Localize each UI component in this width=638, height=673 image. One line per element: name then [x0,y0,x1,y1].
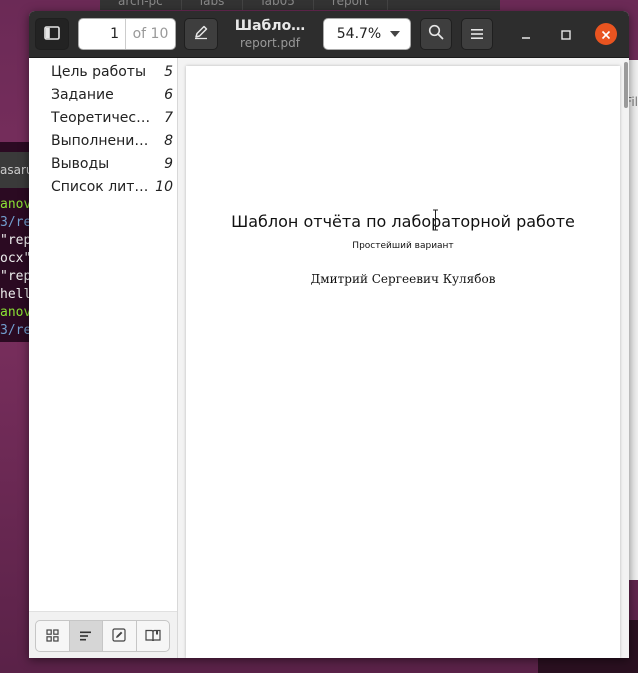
zoom-value: 54.7% [336,26,382,42]
page-number-entry[interactable]: of 10 [78,18,176,50]
outline-item[interactable]: Цель работы 5 [29,60,177,83]
headerbar: of 10 Шабло… report.pdf 54.7% [29,11,629,58]
sidebar: Цель работы 5 Задание 6 Теоретичес… 7 Вы… [29,58,178,658]
text-cursor-icon [432,209,439,231]
background-file-tabs: arch-pc labs lab05 report [100,0,500,10]
outline-item-label: Выполнени… [51,132,149,149]
outline-view-button[interactable] [69,621,103,651]
document-viewer-window: of 10 Шабло… report.pdf 54.7% [29,11,629,658]
outline-item[interactable]: Задание 6 [29,83,177,106]
vertical-scrollbar[interactable] [624,62,628,108]
outline-item[interactable]: Выполнени… 8 [29,129,177,152]
background-tab: labs [182,0,244,10]
outline-list-icon [79,627,92,646]
sidebar-toggle-button[interactable] [35,18,69,50]
outline-item-page: 6 [164,86,173,103]
outline-item-label: Теоретичес… [51,109,151,126]
maximize-icon [561,25,571,44]
book-icon [145,627,161,646]
main-menu-button[interactable] [461,18,493,50]
chevron-down-icon [390,31,400,37]
note-edit-icon [112,627,126,646]
outline-item-page: 10 [155,178,173,195]
bookmarks-view-button[interactable] [137,621,170,651]
outline-item-label: Цель работы [51,63,147,80]
document-filename: report.pdf [240,36,300,50]
outline-item-page: 9 [164,155,173,172]
background-tab: arch-pc [100,0,182,10]
outline-item-label: Выводы [51,155,110,172]
background-tab: report [314,0,388,10]
outline-item-label: Список лит… [51,178,149,195]
page-current-input[interactable] [79,26,125,42]
pencil-icon [193,24,209,44]
background-window-edge [628,60,638,580]
page-author: Дмитрий Сергеевич Кулябов [310,272,496,286]
grid-icon [46,627,59,646]
close-button[interactable] [595,23,617,45]
minimize-button[interactable] [516,24,536,44]
search-icon [428,24,444,44]
search-button[interactable] [420,18,452,50]
hamburger-menu-icon [470,25,484,44]
outline-item-label: Задание [51,86,114,103]
sidebar-icon [44,25,60,44]
document-title: Шабло… [234,18,306,34]
outline-item[interactable]: Список лит… 10 [29,175,177,198]
thumbnails-view-button[interactable] [36,621,70,651]
outline-item-page: 5 [164,63,173,80]
page-heading: Шаблон отчёта по лабораторной работе [231,212,575,231]
page-subtitle: Простейший вариант [352,241,454,251]
maximize-button[interactable] [556,24,576,44]
sidebar-view-switcher [35,620,170,652]
window-title-block: Шабло… report.pdf [225,17,315,51]
background-tab: lab05 [243,0,314,10]
minimize-icon [521,25,531,44]
document-view[interactable]: Шаблон отчёта по лабораторной работе Про… [178,58,629,658]
outline-item-page: 7 [164,109,173,126]
zoom-selector[interactable]: 54.7% [323,18,411,50]
annotations-view-button[interactable] [103,621,137,651]
close-icon [601,25,611,44]
annotations-button[interactable] [184,18,218,50]
outline-item[interactable]: Выводы 9 [29,152,177,175]
page-total-label: of 10 [125,19,175,49]
outline-item-page: 8 [164,132,173,149]
document-page[interactable]: Шаблон отчёта по лабораторной работе Про… [186,66,620,658]
document-outline: Цель работы 5 Задание 6 Теоретичес… 7 Вы… [29,58,177,198]
outline-item[interactable]: Теоретичес… 7 [29,106,177,129]
